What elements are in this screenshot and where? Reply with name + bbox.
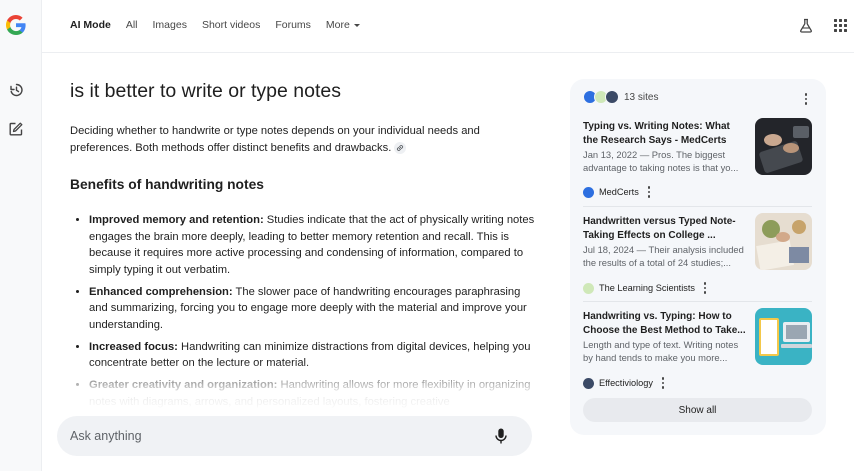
answer-intro: Deciding whether to handwrite or type no… [70, 123, 540, 157]
source-snippet: Jul 18, 2024 — Their analysis included t… [583, 244, 744, 268]
tab-forums[interactable]: Forums [275, 19, 311, 31]
link-icon [397, 145, 404, 151]
list-item: Increased focus: Handwriting can minimiz… [89, 339, 540, 372]
sources-more-icon[interactable] [802, 92, 810, 106]
labs-button[interactable] [798, 17, 814, 33]
edit-icon [9, 122, 23, 136]
new-chat-button[interactable] [6, 119, 26, 139]
medcerts-favicon-icon [583, 186, 594, 198]
tab-short-videos[interactable]: Short videos [202, 19, 260, 31]
source-snippet: Length and type of text. Writing notes b… [583, 339, 739, 363]
tab-ai-mode[interactable]: AI Mode [70, 19, 111, 31]
citation-link-chip[interactable] [394, 142, 407, 155]
source-attribution[interactable]: MedCerts [583, 185, 653, 199]
source-name: The Learning Scientists [599, 283, 696, 293]
left-rail [0, 0, 42, 471]
chevron-down-icon [353, 23, 360, 27]
point-term: Improved memory and retention: [89, 214, 264, 226]
labs-flask-icon [800, 18, 812, 33]
history-button[interactable] [6, 80, 26, 100]
ask-input[interactable] [70, 429, 470, 443]
search-tabs: AI Mode All Images Short videos Forums M… [70, 0, 375, 50]
sources-header[interactable]: 13 sites [583, 90, 658, 104]
query-heading: is it better to write or type notes [70, 80, 341, 102]
point-term: Enhanced comprehension: [89, 285, 233, 298]
sites-count: 13 sites [624, 91, 659, 103]
source-card-learning-scientists[interactable]: Handwritten versus Typed Note-Taking Eff… [583, 213, 812, 297]
tab-all[interactable]: All [126, 19, 138, 31]
apps-button[interactable] [832, 17, 848, 33]
apps-grid-icon [833, 18, 847, 32]
source-card-medcerts[interactable]: Typing vs. Writing Notes: What the Resea… [583, 118, 812, 202]
card-divider [583, 206, 812, 207]
header-divider [42, 52, 854, 53]
benefits-list: Improved memory and retention: Studies i… [70, 212, 540, 410]
source-card-effectiviology[interactable]: Handwriting vs. Typing: How to Choose th… [583, 308, 812, 392]
ask-bar[interactable] [57, 416, 532, 456]
list-item: Enhanced comprehension: The slower pace … [89, 284, 540, 334]
source-title[interactable]: Handwritten versus Typed Note-Taking Eff… [583, 215, 746, 242]
point-term: Greater creativity and organization: [89, 379, 278, 391]
effectiviology-favicon-icon [583, 377, 594, 389]
source-favicons [583, 90, 621, 104]
source-thumbnail[interactable] [755, 213, 812, 270]
point-term: Increased focus: [89, 340, 178, 353]
tab-images[interactable]: Images [153, 19, 187, 31]
sources-panel: 13 sites Typing vs. Writing Notes: What … [570, 79, 826, 435]
source-more-icon[interactable] [645, 185, 653, 199]
tab-more[interactable]: More [326, 19, 360, 31]
list-item: Improved memory and retention: Studies i… [89, 212, 540, 278]
section-heading: Benefits of handwriting notes [70, 177, 264, 192]
source-snippet: Jan 13, 2022 — Pros. The biggest advanta… [583, 149, 739, 173]
source-attribution[interactable]: Effectiviology [583, 376, 667, 390]
source-thumbnail[interactable] [755, 118, 812, 175]
effectiviology-favicon-icon [605, 90, 619, 104]
source-title[interactable]: Typing vs. Writing Notes: What the Resea… [583, 120, 746, 147]
source-name: MedCerts [599, 187, 639, 197]
ai-answer: is it better to write or type notes Deci… [70, 78, 540, 412]
source-name: Effectiviology [599, 378, 653, 388]
source-attribution[interactable]: The Learning Scientists [583, 281, 709, 295]
show-all-button[interactable]: Show all [583, 398, 812, 422]
source-more-icon[interactable] [701, 281, 709, 295]
learning-scientists-favicon-icon [583, 282, 594, 294]
list-item: Greater creativity and organization: Han… [89, 377, 540, 410]
tab-more-label: More [325, 19, 350, 31]
history-icon [10, 83, 23, 97]
answer-intro-text: Deciding whether to handwrite or type no… [70, 125, 480, 154]
google-g-logo[interactable] [4, 13, 28, 37]
source-thumbnail[interactable] [755, 308, 812, 365]
source-more-icon[interactable] [659, 376, 667, 390]
source-title[interactable]: Handwriting vs. Typing: How to Choose th… [583, 310, 746, 337]
card-divider [583, 301, 812, 302]
microphone-icon[interactable] [494, 428, 508, 444]
